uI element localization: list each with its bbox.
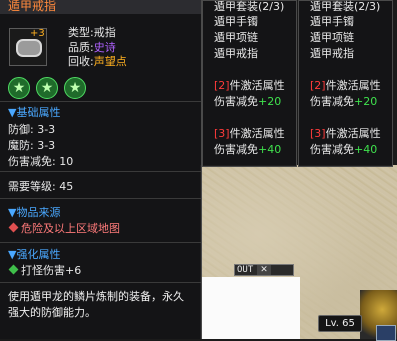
star-icon: ★: [64, 77, 86, 99]
item-title: 遁甲戒指: [8, 0, 57, 13]
set-piece-ring: 遁甲戒指: [310, 47, 354, 60]
set-bonus-count: [2]: [214, 79, 230, 92]
divider: [0, 282, 201, 283]
item-source-text: 危险及以上区域地图: [21, 222, 120, 235]
close-icon[interactable]: ✕: [257, 265, 271, 275]
divider: [0, 101, 201, 102]
diamond-icon: [8, 264, 19, 275]
set-piece-bracelet: 遁甲手镯: [214, 15, 258, 28]
set-bonus-count: [3]: [214, 127, 230, 140]
ring-icon: +3: [9, 28, 47, 66]
item-source-row: 危险及以上区域地图: [8, 220, 120, 236]
blank-panel: [200, 277, 300, 339]
set-bonus-stat: 伤害减免: [214, 143, 258, 156]
set-bonus-value: +40: [354, 143, 378, 156]
item-tooltip: 遁甲戒指 +3 类型:戒指 品质:史诗 回收:声望点 ★ ★ ★ ▼基础属性 防…: [0, 0, 202, 339]
item-type-row: 类型:戒指: [68, 26, 116, 39]
item-type-value: 戒指: [93, 26, 116, 39]
star-icon: ★: [8, 77, 30, 99]
set-piece-ring: 遁甲戒指: [214, 47, 258, 60]
set-bonus-value: +20: [354, 95, 378, 108]
set-bonus-label: 件激活属性: [229, 127, 285, 140]
strengthen-attr-row: 打怪伤害+6: [8, 262, 81, 278]
diamond-icon: [8, 222, 19, 233]
enhance-level: +3: [30, 28, 45, 39]
attr-magic-defense: 魔防: 3-3: [8, 139, 56, 152]
attr-damage-reduction: 伤害减免: 10: [8, 155, 74, 168]
set-title: 遁甲套装(2/3): [310, 0, 381, 13]
star-rating: ★ ★ ★: [8, 77, 86, 99]
set-bonus-count: [3]: [310, 127, 326, 140]
item-description: 使用遁甲龙的鳞片炼制的装备，永久强大的防御能力。: [8, 290, 184, 319]
set-bonus-count: [2]: [310, 79, 326, 92]
item-source-header: ▼物品来源: [8, 206, 61, 219]
attr-defense: 防御: 3-3: [8, 123, 56, 136]
divider: [0, 198, 201, 199]
strengthen-attr-header: ▼强化属性: [8, 248, 61, 261]
divider: [0, 242, 201, 243]
set-bonus-label: 件激活属性: [325, 79, 381, 92]
set-bonus-value: +20: [258, 95, 282, 108]
basic-attr-header: ▼基础属性: [8, 106, 61, 119]
set-bonus-value: +40: [258, 143, 282, 156]
set-bonus-stat: 伤害减免: [214, 95, 258, 108]
set-bonus-stat: 伤害减免: [310, 95, 354, 108]
strengthen-attr-text: 打怪伤害+6: [21, 264, 82, 277]
set-piece-necklace: 遁甲项链: [214, 31, 258, 44]
set-piece-necklace: 遁甲项链: [310, 31, 354, 44]
set-bonus-panel-2: 遁甲套装(2/3) 遁甲手镯 遁甲项链 遁甲戒指 [2]件激活属性 伤害减免+2…: [298, 0, 393, 167]
level-requirement: 需要等级: 45: [8, 180, 74, 193]
set-bonus-panel-1: 遁甲套装(2/3) 遁甲手镯 遁甲项链 遁甲戒指 [2]件激活属性 伤害减免+2…: [202, 0, 297, 167]
level-badge: Lv. 65: [318, 315, 362, 332]
star-icon: ★: [36, 77, 58, 99]
set-bonus-label: 件激活属性: [325, 127, 381, 140]
set-title: 遁甲套装(2/3): [214, 0, 285, 13]
out-button[interactable]: OUT: [237, 265, 253, 275]
item-recycle-value: 声望点: [93, 55, 127, 68]
item-recycle-row: 回收:声望点: [68, 55, 127, 68]
set-piece-bracelet: 遁甲手镯: [310, 15, 354, 28]
divider: [0, 171, 201, 172]
set-bonus-label: 件激活属性: [229, 79, 285, 92]
minimap-toolbar: OUT ✕: [234, 264, 294, 276]
set-bonus-stat: 伤害减免: [310, 143, 354, 156]
